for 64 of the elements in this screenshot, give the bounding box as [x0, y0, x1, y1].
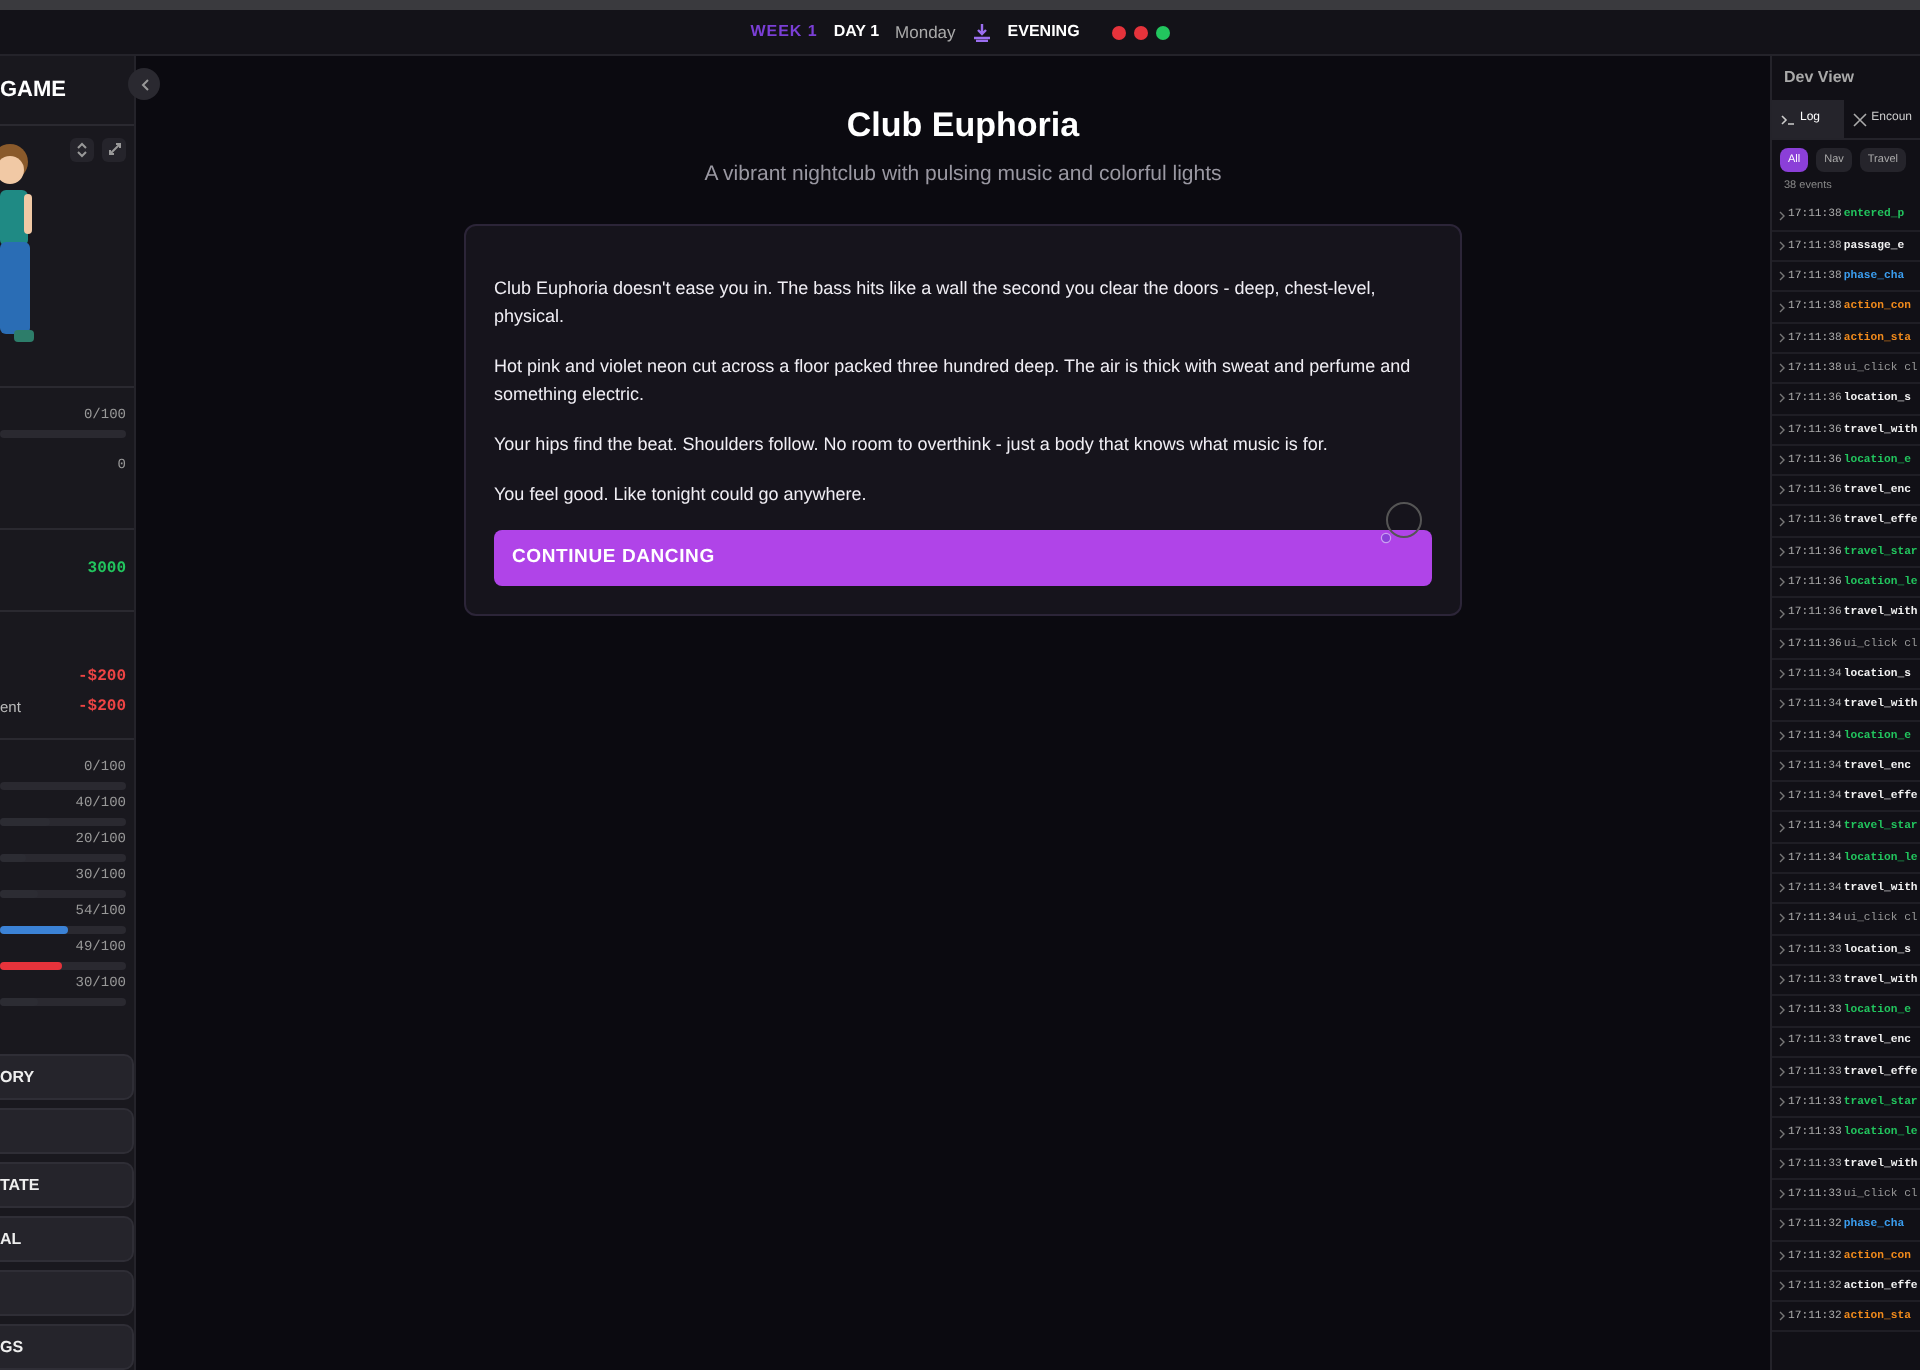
chevron-right-icon: [1778, 362, 1786, 375]
money-value: 3000: [87, 558, 126, 583]
chevron-right-icon: [1778, 270, 1786, 283]
chevron-right-icon: [1778, 301, 1786, 314]
chevron-right-icon: [1778, 423, 1786, 436]
chevron-right-icon: [1778, 239, 1786, 252]
expense-value: -$200: [77, 695, 126, 719]
chevron-right-icon: [1778, 1035, 1786, 1048]
collapse-button[interactable]: [128, 68, 160, 100]
chevron-right-icon: [1778, 882, 1786, 895]
scene-subtitle: A vibrant nightclub with pulsing music and colorful lights: [704, 159, 1222, 189]
chevron-right-icon: [1778, 974, 1786, 987]
chevron-right-icon: [1778, 912, 1786, 925]
story-paragraph: Hot pink and violet neon cut across a floor packed three hundred deep. The air is thick with sweat and perfume and something electric.: [494, 354, 1413, 409]
sidebar-button[interactable]: ORY: [0, 1054, 134, 1100]
chevron-right-icon: [1778, 790, 1786, 803]
chevron-right-icon: [1778, 545, 1786, 558]
week-label: WEEK 1: [750, 20, 818, 44]
chevron-right-icon: [1778, 209, 1786, 222]
scene-title: Club Euphoria: [846, 104, 1080, 148]
reorder-button[interactable]: [70, 137, 94, 161]
chevron-right-icon: [1778, 1157, 1786, 1170]
sidebar-button[interactable]: GS: [0, 1324, 134, 1370]
chevron-right-icon: [1778, 484, 1786, 497]
panel-title: Dev View: [1782, 66, 1856, 90]
chevron-right-icon: [1778, 943, 1786, 956]
terminal-icon: [1780, 111, 1796, 127]
chevron-right-icon: [1778, 1004, 1786, 1017]
chevron-right-icon: [1778, 821, 1786, 834]
chevron-right-icon: [1778, 637, 1786, 650]
chevron-right-icon: [1778, 668, 1786, 681]
chevron-right-icon: [1778, 576, 1786, 589]
chevron-right-icon: [1778, 1096, 1786, 1109]
expand-icon: [107, 142, 121, 156]
day-label: DAY 1: [833, 20, 880, 44]
chevron-right-icon: [1778, 1188, 1786, 1201]
sidebar-button[interactable]: AL: [0, 1216, 134, 1262]
chevron-right-icon: [1778, 454, 1786, 467]
expand-button[interactable]: [102, 137, 126, 161]
chevrons-icon: [76, 141, 88, 157]
chevron-right-icon: [1778, 515, 1786, 528]
chevron-right-icon: [1778, 1310, 1786, 1323]
sidebar-button[interactable]: TATE: [0, 1162, 134, 1208]
chevron-right-icon: [1778, 851, 1786, 864]
cursor-ring-icon: [1380, 500, 1424, 545]
chevron-right-icon: [1778, 1249, 1786, 1262]
chevron-right-icon: [1778, 1280, 1786, 1293]
chevron-right-icon: [1778, 729, 1786, 742]
chevron-right-icon: [1778, 1127, 1786, 1140]
story-paragraph: Your hips find the beat. Shoulders follow. No room to overthink - just a body that knows what music is for.: [494, 432, 1330, 459]
continue-button[interactable]: CONTINUE DANCING: [494, 530, 1432, 587]
story-paragraph: Club Euphoria doesn't ease you in. The bass hits like a wall the second you clear the doors - deep, chest-level, physical.: [494, 276, 1378, 331]
phase-label: EVENING: [1007, 20, 1080, 44]
chevron-right-icon: [1778, 392, 1786, 405]
chevron-right-icon: [1778, 698, 1786, 711]
chevron-right-icon: [1778, 1218, 1786, 1231]
weekday-label: Monday: [895, 19, 956, 45]
chevron-right-icon: [1778, 1065, 1786, 1078]
chevron-right-icon: [1778, 759, 1786, 772]
chevron-left-icon: [139, 77, 149, 91]
chevron-right-icon: [1778, 607, 1786, 619]
chevron-right-icon: [1778, 331, 1786, 344]
expense-value: -$200: [77, 665, 126, 689]
story-paragraph: You feel good. Like tonight could go anywhere.: [494, 482, 869, 509]
